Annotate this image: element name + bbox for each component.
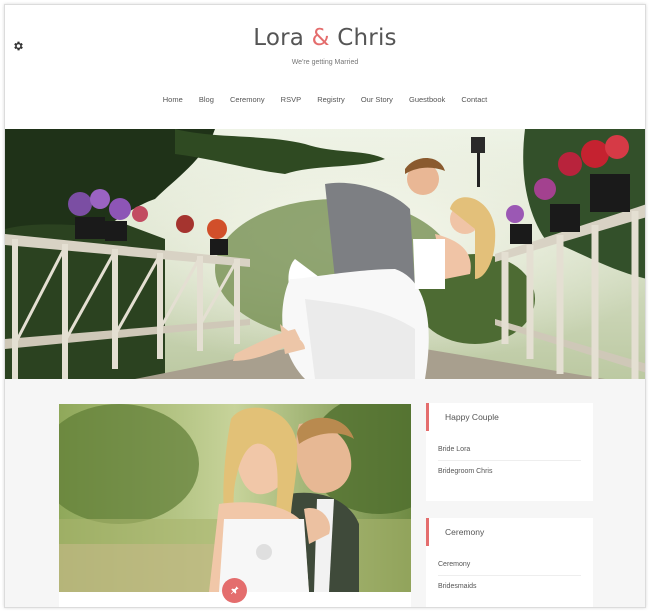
post-featured-image[interactable] (59, 404, 411, 592)
pin-icon[interactable] (222, 578, 247, 603)
widget-title: Ceremony (426, 518, 593, 546)
nav-item-guestbook[interactable]: Guestbook (409, 95, 445, 104)
title-groom: Chris (337, 25, 397, 51)
nav-item-rsvp[interactable]: RSVP (281, 95, 301, 104)
nav-item-registry[interactable]: Registry (317, 95, 345, 104)
list-item-ceremony[interactable]: Ceremony (438, 554, 581, 576)
main-nav: Home Blog Ceremony RSVP Registry Our Sto… (5, 95, 645, 104)
nav-item-home[interactable]: Home (163, 95, 183, 104)
site-tagline: We're getting Married (291, 59, 359, 66)
site-title[interactable]: Lora & Chris (5, 25, 645, 51)
nav-item-our-story[interactable]: Our Story (361, 95, 393, 104)
page-frame: Lora & Chris We're getting Married Home … (4, 4, 646, 608)
widget-happy-couple: Happy Couple Bride Lora Bridegroom Chris (426, 403, 593, 501)
nav-item-blog[interactable]: Blog (199, 95, 214, 104)
title-bride: Lora (253, 25, 305, 51)
widget-ceremony: Ceremony Ceremony Bridesmaids (426, 518, 593, 607)
widget-list: Bride Lora Bridegroom Chris (426, 431, 593, 483)
title-ampersand: & (311, 25, 330, 51)
list-item-bridesmaids[interactable]: Bridesmaids (438, 576, 581, 598)
nav-item-contact[interactable]: Contact (461, 95, 487, 104)
nav-item-ceremony[interactable]: Ceremony (230, 95, 265, 104)
widget-list: Ceremony Bridesmaids (426, 546, 593, 598)
hero-image (5, 129, 645, 379)
list-item-bridegroom-chris[interactable]: Bridegroom Chris (438, 461, 581, 483)
widget-title: Happy Couple (426, 403, 593, 431)
list-item-bride-lora[interactable]: Bride Lora (438, 439, 581, 461)
